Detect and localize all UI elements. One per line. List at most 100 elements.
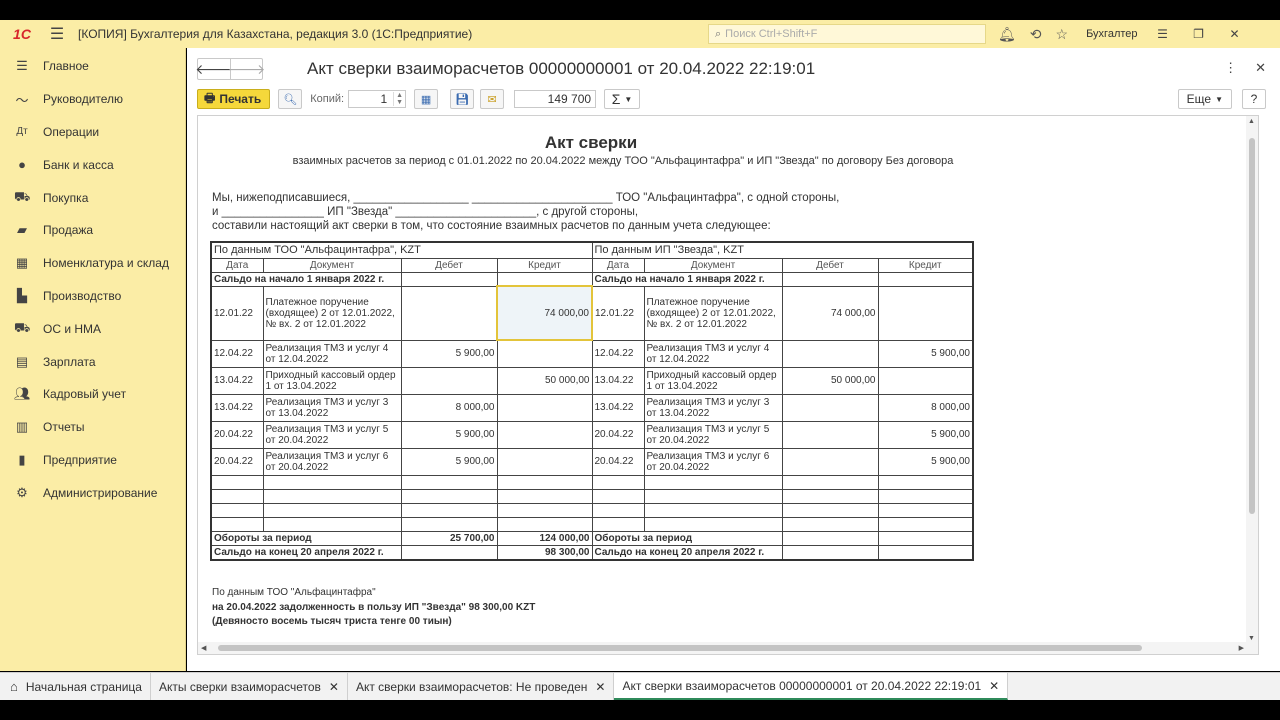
search-icon: ⌕	[715, 27, 722, 40]
tab-act-document[interactable]: Акт сверки взаиморасчетов 00000000001 от…	[614, 673, 1009, 700]
report-sheet[interactable]: Акт сверки взаимных расчетов за период с…	[197, 115, 1259, 655]
chevron-down-icon: ▼	[1215, 94, 1223, 104]
more-button[interactable]: Еще ▼	[1177, 89, 1232, 109]
sidebar-item-purchase[interactable]: ⛟ Покупка	[0, 181, 185, 214]
report-intro-line-2: и ________________ ИП "Звезда" _________…	[212, 206, 639, 218]
right-party-header: По данным ИП "Звезда", KZT	[591, 241, 974, 259]
empty-row	[210, 488, 974, 504]
tab-home[interactable]: ⌂ Начальная страница	[0, 673, 151, 700]
sidebar-item-operations[interactable]: Дт Операции	[0, 116, 185, 149]
sidebar: ☰ Главное 〜 Руководителю Дт Операции ● Банк …	[0, 48, 186, 671]
closing-balance-row: Сальдо на конец 20 апреля 2022 г. 98 300…	[210, 544, 974, 560]
sidebar-item-manager[interactable]: 〜 Руководителю	[0, 83, 185, 116]
sum-field[interactable]: 149 700	[514, 90, 597, 108]
empty-row	[210, 502, 974, 518]
vertical-scroll-thumb[interactable]	[1249, 138, 1255, 514]
magnifier-icon: 🔍︎	[283, 93, 298, 106]
operations-icon: Дт	[16, 126, 28, 138]
opening-balance-row: Сальдо на начало 1 января 2022 г. Сальдо…	[210, 271, 974, 287]
page-title: Акт сверки взаиморасчетов 00000000001 от…	[307, 59, 816, 78]
restore-window-icon[interactable]: ❐	[1188, 27, 1210, 41]
stepper-arrows-icon[interactable]: ▲ ▼	[393, 92, 403, 106]
bell-icon[interactable]: 🔔︎	[998, 26, 1016, 43]
sidebar-item-main[interactable]: ☰ Главное	[0, 50, 185, 83]
envelope-icon: ✉	[487, 93, 497, 106]
settings-menu-icon[interactable]: ☰	[1152, 27, 1174, 41]
nav-buttons: 🡐 🡒	[195, 58, 265, 80]
table-row: 13.04.22 Приходный кассовый ордер 1 от 1…	[210, 366, 974, 395]
sidebar-item-warehouse[interactable]: ▦ Номенклатура и склад	[0, 247, 185, 280]
home-icon: ⌂	[10, 679, 18, 694]
tab-act-draft[interactable]: Акт сверки взаиморасчетов: Не проведен ✕	[348, 673, 615, 700]
1c-logo-icon: 1С	[13, 26, 31, 42]
search-input[interactable]: ⌕ Поиск Ctrl+Shift+F	[708, 24, 986, 44]
horizontal-scroll-thumb[interactable]	[218, 645, 1142, 651]
horizontal-scrollbar[interactable]: ◀ ▶	[198, 642, 1258, 654]
footer-debt-words: (Девяносто восемь тысяч триста тенге 00 …	[212, 616, 452, 627]
empty-row	[210, 474, 974, 490]
footer-debt: на 20.04.2022 задолженность в пользу ИП …	[212, 602, 536, 613]
selected-cell[interactable]: 74 000,00	[496, 285, 593, 341]
star-icon[interactable]: ☆	[1056, 26, 1069, 43]
warehouse-icon: ▦	[15, 255, 29, 271]
people-icon: 👥︎	[14, 386, 31, 402]
scroll-right-icon[interactable]: ▶	[1239, 644, 1244, 652]
document-window: 🡐 🡒 Акт сверки взаиморасчетов 0000000000…	[187, 48, 1280, 671]
print-button[interactable]: 🖶︎ Печать	[197, 89, 271, 109]
forward-arrow-icon[interactable]: 🡒	[228, 59, 265, 79]
table-row: 12.04.22 Реализация ТМЗ и услуг 4 от 12.…	[210, 339, 974, 368]
sidebar-item-bank[interactable]: ● Банк и касса	[0, 148, 185, 181]
user-name[interactable]: Бухгалтер	[1086, 28, 1137, 40]
sidebar-item-admin[interactable]: ⚙ Администрирование	[0, 476, 185, 509]
report-intro-line-3: составили настоящий акт сверки в том, чт…	[212, 220, 771, 232]
truck-icon: ⛟	[14, 319, 31, 335]
floppy-icon: 💾︎	[455, 93, 470, 106]
sidebar-item-hr[interactable]: 👥︎ Кадровый учет	[0, 378, 185, 411]
sum-mode-button[interactable]: Σ ▼	[604, 89, 641, 109]
close-icon[interactable]: ✕	[595, 680, 605, 694]
cart-icon: ⛟	[14, 188, 31, 204]
window-tabs: ⌂ Начальная страница Акты сверки взаимор…	[0, 672, 1280, 700]
table-row: 13.04.22 Реализация ТМЗ и услуг 3 от 13.…	[210, 393, 974, 422]
search-placeholder: Поиск Ctrl+Shift+F	[725, 28, 818, 40]
close-icon[interactable]: ✕	[329, 680, 339, 694]
salary-icon: ▤	[15, 353, 29, 369]
close-icon[interactable]: ✕	[1255, 60, 1266, 76]
tab-acts-list[interactable]: Акты сверки взаиморасчетов ✕	[151, 673, 348, 700]
column-header: Дебет	[400, 257, 498, 273]
preview-button[interactable]: 🔍︎	[278, 89, 303, 109]
copies-stepper[interactable]: 1 ▲ ▼	[348, 90, 407, 108]
sidebar-item-sales[interactable]: ▰ Продажа	[0, 214, 185, 247]
close-icon[interactable]: ✕	[989, 679, 999, 693]
close-window-icon[interactable]: ✕	[1224, 27, 1246, 41]
table-row: 20.04.22 Реализация ТМЗ и услуг 6 от 20.…	[210, 447, 974, 476]
chart-line-icon: 〜	[15, 92, 29, 108]
sidebar-item-enterprise[interactable]: ▮ Предприятие	[0, 444, 185, 477]
vertical-scrollbar[interactable]: ▲ ▼	[1246, 116, 1258, 644]
history-icon[interactable]: ⟲	[1030, 26, 1042, 43]
menu-icon: ☰	[16, 58, 28, 74]
scroll-left-icon[interactable]: ◀	[201, 644, 206, 652]
back-arrow-icon[interactable]: 🡐	[195, 59, 233, 79]
help-button[interactable]: ?	[1242, 89, 1266, 109]
scroll-down-icon[interactable]: ▼	[1248, 635, 1255, 642]
bank-icon: ●	[18, 157, 26, 173]
table-edit-icon: ▦	[420, 93, 432, 106]
save-button[interactable]: 💾︎	[450, 89, 475, 109]
send-email-button[interactable]: ✉	[480, 89, 505, 109]
main-menu-icon[interactable]: ☰	[44, 24, 70, 44]
column-header: Дебет	[781, 257, 879, 273]
factory-icon: ▙	[17, 287, 27, 303]
reconciliation-table: По данным ТОО "Альфацинтафра", KZT По да…	[210, 241, 974, 561]
table-row: 12.01.22 Платежное поручение (входящее) …	[210, 285, 974, 341]
sidebar-item-reports[interactable]: ▥ Отчеты	[0, 411, 185, 444]
sidebar-item-assets[interactable]: ⛟ ОС и НМА	[0, 312, 185, 345]
empty-row	[210, 516, 974, 532]
more-vertical-icon[interactable]: ⋮	[1224, 60, 1237, 76]
edit-report-button[interactable]: ▦	[414, 89, 439, 109]
enterprise-icon: ▮	[18, 451, 26, 467]
sidebar-item-salary[interactable]: ▤ Зарплата	[0, 345, 185, 378]
column-header: Кредит	[877, 257, 974, 273]
scroll-up-icon[interactable]: ▲	[1248, 118, 1255, 125]
sidebar-item-production[interactable]: ▙ Производство	[0, 280, 185, 313]
